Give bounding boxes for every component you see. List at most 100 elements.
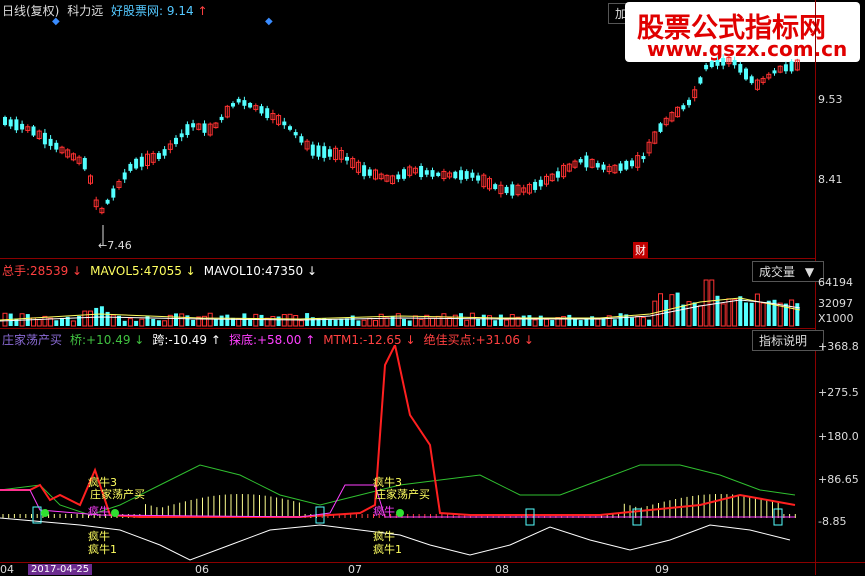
candle [76, 155, 82, 166]
volume-bar [356, 320, 361, 326]
candle [419, 163, 424, 180]
volume-bar [675, 292, 680, 326]
candle [726, 54, 732, 67]
candlestick-chart[interactable]: ◆ ◆ [0, 0, 815, 258]
volume-bar [367, 317, 373, 327]
candle [777, 65, 783, 74]
candle [134, 157, 139, 170]
candle [584, 152, 589, 171]
candle [498, 181, 504, 198]
volume-bar [54, 320, 59, 326]
volume-bar [738, 296, 743, 326]
volume-bar [225, 314, 230, 326]
candle [549, 172, 555, 182]
finance-badge[interactable]: 财 [633, 242, 648, 258]
candle [566, 162, 572, 173]
volume-bar [703, 279, 709, 327]
candle [378, 172, 384, 181]
candle [270, 109, 276, 124]
candle [99, 206, 105, 215]
candle [601, 162, 606, 173]
candle [333, 145, 339, 163]
candle [145, 150, 150, 170]
volume-bar [384, 317, 390, 327]
candle [744, 67, 748, 81]
volume-bar [151, 318, 156, 326]
buy-dot [396, 509, 404, 517]
candle [48, 135, 53, 150]
volume-bar [219, 315, 224, 326]
volume-bar [573, 318, 577, 326]
volume-bar [441, 313, 447, 327]
candle [128, 162, 133, 173]
volume-bar [709, 279, 715, 327]
x-tick-08: 08 [495, 563, 509, 576]
niu1-label-2: 疯牛1 [373, 543, 402, 556]
candle [675, 106, 681, 118]
candle [721, 54, 726, 70]
volume-bar [99, 306, 104, 326]
niu-label: 疯牛 [88, 505, 110, 518]
candle [402, 167, 406, 181]
candle [213, 121, 219, 129]
candle [612, 164, 618, 175]
candle [658, 122, 663, 134]
date-cursor-box: 2017-04-25 [28, 564, 93, 575]
volume-bar [760, 302, 766, 327]
candle [447, 170, 453, 180]
volume-bar [259, 314, 264, 326]
candle [202, 120, 207, 136]
volume-bar [789, 299, 795, 327]
candle [327, 146, 332, 160]
candle [663, 116, 669, 127]
candle [156, 151, 161, 162]
candle [316, 142, 321, 160]
candle [185, 121, 190, 138]
candle [65, 148, 71, 159]
candle [396, 171, 401, 183]
candle [704, 62, 709, 72]
candle [265, 105, 270, 121]
candle [618, 161, 623, 174]
volume-chart[interactable] [0, 270, 815, 328]
candle [453, 170, 458, 180]
volume-bar [647, 319, 652, 326]
candle [436, 171, 441, 178]
volume-bar [681, 304, 686, 326]
volume-bar [532, 319, 538, 327]
pane-divider-indicator [0, 328, 815, 329]
volume-bar [213, 319, 218, 326]
volume-bar [595, 318, 601, 327]
volume-bar [509, 314, 515, 327]
candle [259, 103, 264, 116]
candle [510, 181, 515, 199]
candle [196, 122, 202, 131]
volume-bar [630, 317, 634, 326]
candle [669, 111, 675, 123]
candle [646, 139, 652, 157]
volume-bar [122, 320, 127, 326]
volume-bar [14, 318, 19, 326]
volume-bar [527, 315, 532, 326]
candle [362, 162, 367, 180]
candle [122, 168, 127, 183]
niu-label-3: 疯牛 [373, 505, 395, 518]
volume-bar [481, 314, 486, 326]
volume-bar [567, 314, 572, 326]
volume-bar [464, 319, 470, 327]
volume-bar [749, 302, 754, 326]
candle [42, 128, 47, 149]
volume-bar [333, 319, 338, 326]
volume-bar [276, 316, 281, 326]
indicator-chart[interactable] [0, 345, 815, 562]
indicator-label-4: +86.65 [818, 473, 859, 486]
candle [373, 168, 378, 181]
x-tick-07: 07 [348, 563, 362, 576]
candle [789, 59, 794, 74]
volume-bar [82, 310, 88, 327]
candle [687, 97, 691, 108]
candle [191, 119, 196, 131]
volume-unit: X1000 [818, 312, 854, 325]
volume-bar [538, 315, 543, 326]
candle [459, 166, 463, 184]
